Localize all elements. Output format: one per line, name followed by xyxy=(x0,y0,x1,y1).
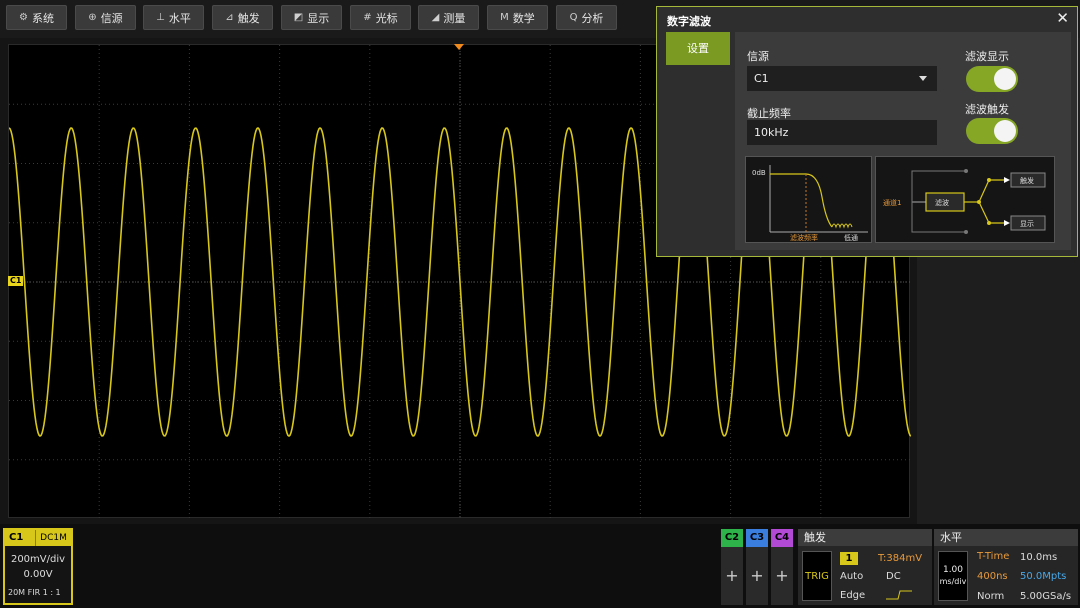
acquisition-mode: Norm xyxy=(977,591,1005,602)
digital-filter-dialog: 数字滤波 ✕ 设置 信源 C1 截止频率 10kHz 滤波显示 滤波触发 0dB… xyxy=(656,6,1078,257)
menu-button-8[interactable]: Q 分析 xyxy=(556,5,617,30)
trigger-delay: 400ns xyxy=(977,571,1008,582)
trigger-type: Edge xyxy=(840,590,866,601)
measure-icon: ◢ xyxy=(431,12,440,23)
menu-button-3[interactable]: ⊿ 触发 xyxy=(212,5,273,30)
channel-4-label: C4 xyxy=(771,529,793,547)
memory-depth: 50.0Mpts xyxy=(1020,571,1067,582)
channel-2-label: C2 xyxy=(721,529,743,547)
menu-label: 触发 xyxy=(237,11,260,25)
menu-button-4[interactable]: ◩ 显示 xyxy=(281,5,342,30)
channel-1-offset: 0.00V xyxy=(23,569,53,580)
filter-block-label: 滤波 xyxy=(935,199,949,207)
timebase-unit: ms/div xyxy=(939,577,967,586)
channel-4-button[interactable]: C4 + xyxy=(771,529,793,605)
channel-1-label: C1 xyxy=(5,530,35,546)
filter-display-toggle[interactable] xyxy=(966,66,1018,92)
chevron-down-icon xyxy=(919,76,927,81)
channel-offset-marker[interactable]: C1 xyxy=(8,276,24,286)
display-icon: ◩ xyxy=(293,12,304,23)
dialog-title: 数字滤波 xyxy=(667,15,711,28)
channel-1-filter: 20M FIR 1 : 1 xyxy=(8,588,61,597)
add-channel-2-icon: + xyxy=(725,566,739,585)
source-label: 信源 xyxy=(747,50,769,63)
menu-button-0[interactable]: ⚙ 系统 xyxy=(6,5,67,30)
channel-1-panel[interactable]: C1 DC1M 200mV/div 0.00V 20M FIR 1 : 1 xyxy=(3,528,73,605)
signal-source-icon: ⊕ xyxy=(88,12,97,23)
filter-trigger-toggle[interactable] xyxy=(966,118,1018,144)
trigger-status-badge: TRIG xyxy=(802,551,832,601)
cursor-icon: # xyxy=(363,12,372,23)
rising-edge-icon xyxy=(886,590,912,600)
menu-label: 显示 xyxy=(307,11,330,25)
menu-button-1[interactable]: ⊕ 信源 xyxy=(75,5,136,30)
menu-button-2[interactable]: ⊥ 水平 xyxy=(143,5,204,30)
timebase-value: 1.00 xyxy=(942,565,964,575)
trigger-panel-title: 触发 xyxy=(798,529,932,546)
add-channel-4-icon: + xyxy=(775,566,789,585)
trigger-level: T:384mV xyxy=(878,553,923,564)
menu-button-6[interactable]: ◢ 测量 xyxy=(418,5,479,30)
menu-label: 光标 xyxy=(375,11,398,25)
dialog-settings-body: 信源 C1 截止频率 10kHz 滤波显示 滤波触发 0dB 滤波频率 低通 通… xyxy=(735,32,1071,250)
channel-1-scale: 200mV/div xyxy=(10,554,66,565)
ttime-value: 10.0ms xyxy=(1020,552,1058,563)
trigger-source-number: 1 xyxy=(840,552,858,565)
cutoff-frequency-label: 截止频率 xyxy=(747,107,791,120)
channel-3-label: C3 xyxy=(746,529,768,547)
db-label: 0dB xyxy=(752,169,766,177)
cutoff-frequency-input[interactable]: 10kHz xyxy=(747,120,937,145)
analysis-icon: Q xyxy=(569,12,578,23)
trigger-position-marker[interactable] xyxy=(454,44,464,50)
timebase-scale: 1.00 ms/div xyxy=(938,551,968,601)
ttime-label: T-Time xyxy=(977,551,1010,562)
channel-2-button[interactable]: C2 + xyxy=(721,529,743,605)
trigger-panel[interactable]: 触发 TRIG 1 T:384mV Auto DC Edge xyxy=(798,529,932,605)
menu-button-7[interactable]: Ⅿ 数学 xyxy=(487,5,548,30)
trigger-output-label: 触发 xyxy=(1020,177,1034,185)
horizontal-panel-title: 水平 xyxy=(934,529,1078,546)
menu-label: 水平 xyxy=(168,11,191,25)
menu-label: 测量 xyxy=(443,11,466,25)
filter-trigger-label: 滤波触发 xyxy=(965,103,1009,116)
lowpass-label: 低通 xyxy=(844,234,858,242)
sample-rate: 5.00GSa/s xyxy=(1020,591,1072,602)
frequency-response-diagram: 0dB 滤波频率 低通 xyxy=(745,156,872,243)
menu-label: 系统 xyxy=(31,11,54,25)
trigger-icon: ⊿ xyxy=(225,12,234,23)
cutoff-axis-label: 滤波频率 xyxy=(790,234,818,242)
horizontal-icon: ⊥ xyxy=(156,12,165,23)
channel-1-coupling: DC1M xyxy=(35,530,71,546)
tab-settings[interactable]: 设置 xyxy=(666,32,730,65)
close-icon[interactable]: ✕ xyxy=(1056,9,1069,27)
menu-label: 数学 xyxy=(512,11,535,25)
input-channel-label: 通道1 xyxy=(883,199,902,207)
menu-button-5[interactable]: # 光标 xyxy=(350,5,411,30)
source-value: C1 xyxy=(754,72,769,85)
display-output-label: 显示 xyxy=(1020,220,1034,228)
trigger-mode: Auto xyxy=(840,571,864,582)
menu-label: 分析 xyxy=(581,11,604,25)
source-select[interactable]: C1 xyxy=(747,66,937,91)
trigger-coupling: DC xyxy=(886,571,901,582)
menu-label: 信源 xyxy=(100,11,123,25)
filter-display-label: 滤波显示 xyxy=(965,50,1009,63)
channel-3-button[interactable]: C3 + xyxy=(746,529,768,605)
gear-icon: ⚙ xyxy=(19,12,28,23)
add-channel-3-icon: + xyxy=(750,566,764,585)
math-icon: Ⅿ xyxy=(500,12,509,23)
horizontal-panel[interactable]: 水平 1.00 ms/div T-Time 10.0ms 400ns 50.0M… xyxy=(934,529,1078,605)
signal-flow-diagram: 通道1 滤波 触发 显示 xyxy=(875,156,1055,243)
